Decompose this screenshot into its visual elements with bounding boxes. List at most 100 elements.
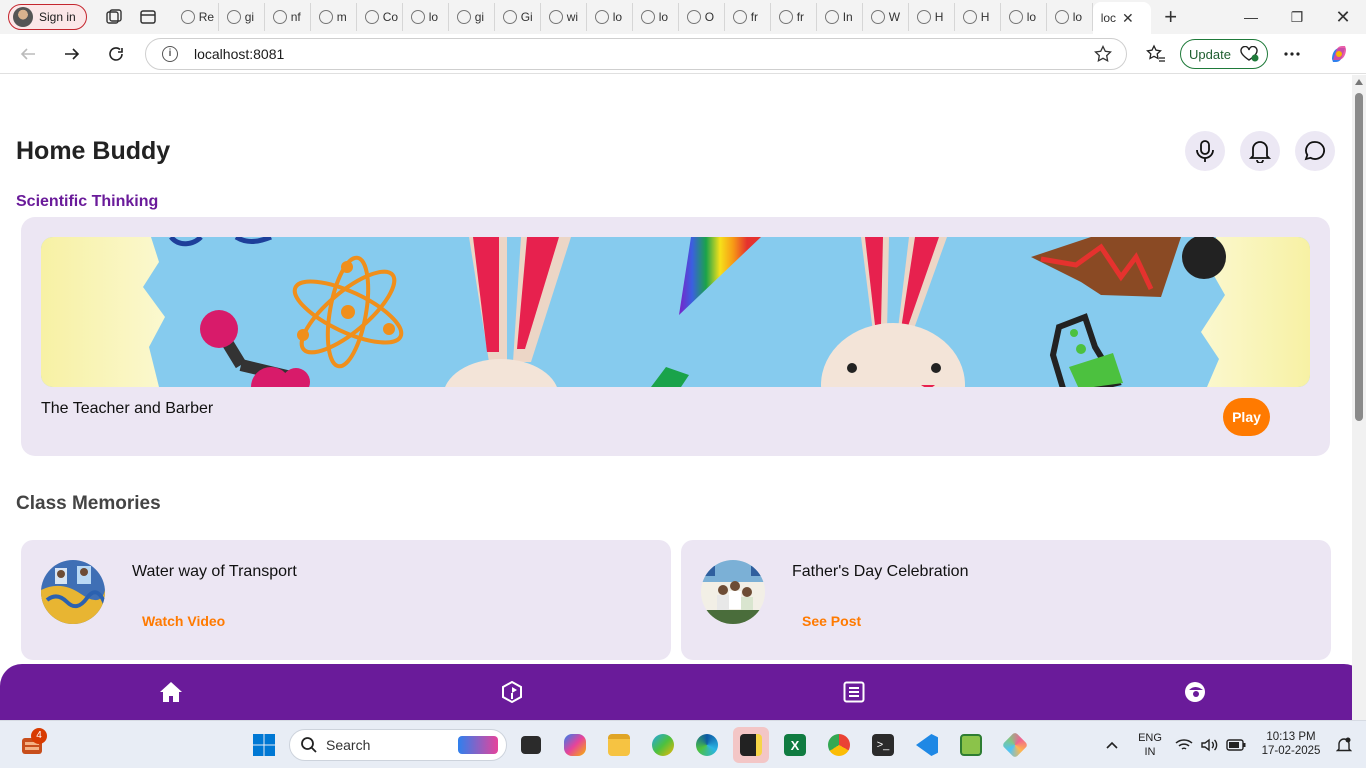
- excel-icon[interactable]: X: [779, 729, 811, 761]
- home-icon[interactable]: [157, 678, 185, 706]
- browser-tab[interactable]: Co: [357, 3, 403, 31]
- browser-tab[interactable]: lo: [403, 3, 449, 31]
- notifications-button[interactable]: [1240, 131, 1280, 171]
- workspaces-icon[interactable]: [97, 3, 131, 31]
- browser-tab[interactable]: Gi: [495, 3, 541, 31]
- browser-tab[interactable]: H: [955, 3, 1001, 31]
- browser-tab[interactable]: lo: [633, 3, 679, 31]
- tab-favicon-icon: [180, 10, 195, 24]
- profile-icon[interactable]: [1181, 678, 1209, 706]
- scroll-up-arrow[interactable]: [1355, 79, 1363, 85]
- notifications-tray-icon[interactable]: [1330, 729, 1358, 761]
- tab-strip: Sign in Re gi nf m Co lo gi Gi wi lo lo Ofr fr In W H Hl…: [0, 0, 1366, 34]
- browser-tab[interactable]: fr: [771, 3, 817, 31]
- tab-favicon-icon: [1054, 10, 1069, 24]
- tab-actions-icon[interactable]: [131, 3, 165, 31]
- browser-tab-active[interactable]: loc ✕: [1092, 2, 1151, 34]
- terminal-icon[interactable]: >_: [867, 729, 899, 761]
- memory-card[interactable]: Water way of Transport Watch Video: [21, 540, 671, 660]
- browser-tab[interactable]: W: [863, 3, 909, 31]
- task-view-icon[interactable]: [515, 729, 547, 761]
- update-button[interactable]: Update: [1180, 39, 1268, 69]
- refresh-button[interactable]: [94, 38, 138, 70]
- restore-icon[interactable]: ❐: [1274, 0, 1320, 34]
- browser-tab[interactable]: gi: [219, 3, 265, 31]
- back-button[interactable]: [6, 38, 50, 70]
- memory-thumbnail: [41, 560, 105, 624]
- tab-favicon-icon: [870, 10, 885, 24]
- new-tab-button[interactable]: +: [1151, 4, 1191, 30]
- chart-app-icon[interactable]: [955, 729, 987, 761]
- tab-title: fr: [796, 10, 805, 24]
- browser-tab[interactable]: m: [311, 3, 357, 31]
- address-bar-row: i localhost:8081 Update: [0, 34, 1366, 74]
- battery-icon[interactable]: [1224, 729, 1248, 761]
- browser-tab[interactable]: O: [679, 3, 725, 31]
- favorites-icon[interactable]: [1140, 38, 1172, 70]
- chrome-icon[interactable]: [823, 729, 855, 761]
- file-explorer-icon[interactable]: [603, 729, 635, 761]
- play-button[interactable]: Play: [1223, 398, 1270, 436]
- scrollbar-thumb[interactable]: [1355, 93, 1363, 421]
- forward-button[interactable]: [50, 38, 94, 70]
- search-placeholder: Search: [326, 737, 371, 753]
- microphone-button[interactable]: [1185, 131, 1225, 171]
- browser-tab[interactable]: lo: [1047, 3, 1093, 31]
- more-options-icon[interactable]: [1276, 38, 1308, 70]
- browser-tab[interactable]: fr: [725, 3, 771, 31]
- bell-icon: [1249, 141, 1271, 163]
- page-scrollbar[interactable]: [1352, 75, 1366, 720]
- browser-tab[interactable]: In: [817, 3, 863, 31]
- browser-tab[interactable]: gi: [449, 3, 495, 31]
- minimize-icon[interactable]: —: [1228, 0, 1274, 34]
- list-icon[interactable]: [840, 678, 868, 706]
- browser-tab[interactable]: nf: [265, 3, 311, 31]
- close-tab-icon[interactable]: ✕: [1122, 10, 1134, 27]
- tab-title: lo: [658, 10, 669, 24]
- tab-favicon-icon: [1008, 10, 1023, 24]
- section-title: Scientific Thinking: [16, 193, 159, 210]
- start-icon[interactable]: [248, 729, 280, 761]
- vscode-icon[interactable]: [911, 729, 943, 761]
- photos-app-icon[interactable]: [647, 729, 679, 761]
- cube-icon[interactable]: [498, 678, 526, 706]
- sticky-notes-icon[interactable]: [733, 727, 769, 763]
- memory-card[interactable]: Father's Day Celebration See Post: [681, 540, 1331, 660]
- tab-title: wi: [566, 10, 579, 24]
- close-window-icon[interactable]: ✕: [1320, 0, 1366, 34]
- volume-icon[interactable]: [1198, 729, 1222, 761]
- copilot-app-icon[interactable]: [559, 729, 591, 761]
- chevron-up-icon[interactable]: [1096, 729, 1128, 761]
- taskbar: 4 Search X >_ ENG IN 10:13 PM 17-02-2025: [0, 720, 1366, 768]
- clock-date: 17-02-2025: [1261, 745, 1321, 757]
- browser-tab[interactable]: H: [909, 3, 955, 31]
- site-info-icon[interactable]: i: [162, 46, 178, 62]
- tab-title: H: [980, 10, 990, 24]
- browser-tab[interactable]: Re: [173, 3, 219, 31]
- browser-tab[interactable]: lo: [1001, 3, 1047, 31]
- clock[interactable]: 10:13 PM 17-02-2025: [1256, 730, 1326, 758]
- android-studio-icon[interactable]: [999, 729, 1031, 761]
- tab-favicon-icon: [640, 10, 655, 24]
- copilot-icon[interactable]: [1323, 38, 1355, 70]
- wifi-icon[interactable]: [1172, 729, 1196, 761]
- browser-tab[interactable]: wi: [541, 3, 587, 31]
- clock-time: 10:13 PM: [1266, 731, 1316, 743]
- edge-icon[interactable]: [691, 729, 723, 761]
- sign-in-button[interactable]: Sign in: [8, 4, 87, 30]
- tab-favicon-icon: [272, 10, 287, 24]
- chat-button[interactable]: [1295, 131, 1335, 171]
- see-post-link[interactable]: See Post: [802, 613, 861, 629]
- watch-video-link[interactable]: Watch Video: [142, 613, 225, 629]
- browser-tab[interactable]: lo: [587, 3, 633, 31]
- favorite-star-icon[interactable]: [1094, 44, 1112, 68]
- url-text: localhost:8081: [194, 46, 285, 62]
- tab-favicon-icon: [594, 10, 609, 24]
- url-field[interactable]: i localhost:8081: [145, 38, 1127, 70]
- tab-title: In: [842, 10, 853, 24]
- tab-favicon-icon: [318, 10, 333, 24]
- tab-favicon-icon: [502, 10, 517, 24]
- story-card[interactable]: The Teacher and Barber Play: [21, 217, 1330, 456]
- language-indicator[interactable]: ENG IN: [1132, 731, 1168, 759]
- taskbar-search[interactable]: Search: [289, 729, 507, 761]
